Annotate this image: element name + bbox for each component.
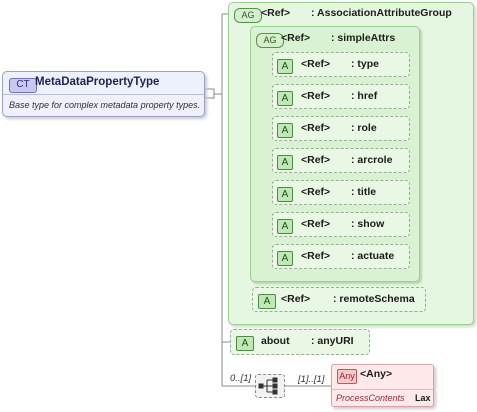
- sequence-min-cardinality: 0..[1]: [230, 373, 252, 384]
- attribute-name: : actuate: [351, 250, 395, 262]
- any-separator: [332, 389, 433, 390]
- attribute-badge: A: [277, 219, 293, 234]
- attribute-badge: A: [277, 251, 293, 266]
- attribute-remote-schema[interactable]: A <Ref> : remoteSchema: [252, 287, 426, 312]
- attribute-ref: <Ref>: [301, 186, 331, 198]
- attribute-badge: A: [258, 294, 276, 309]
- attribute-badge: A: [277, 123, 293, 138]
- attribute-actuate[interactable]: A <Ref> : actuate: [272, 244, 410, 269]
- attribute-name: : show: [351, 218, 385, 230]
- attribute-name: : arcrole: [351, 154, 393, 166]
- attribute-ref: <Ref>: [301, 250, 331, 262]
- attribute-group-name: : AssociationAttributeGroup: [311, 7, 452, 19]
- process-contents-label: ProcessContents: [336, 393, 405, 403]
- attribute-group-badge: AG: [256, 33, 284, 48]
- any-element[interactable]: Any <Any> ProcessContents Lax: [331, 364, 434, 407]
- attribute-ref: <Ref>: [301, 90, 331, 102]
- attribute-role[interactable]: A <Ref> : role: [272, 116, 410, 141]
- attribute-group-badge: AG: [234, 8, 262, 23]
- attribute-badge: A: [277, 187, 293, 202]
- attribute-ref: <Ref>: [281, 293, 311, 305]
- sequence-compositor[interactable]: [255, 374, 285, 398]
- attribute-name: : href: [351, 90, 378, 102]
- attribute-show[interactable]: A <Ref> : show: [272, 212, 410, 237]
- attribute-title[interactable]: A <Ref> : title: [272, 180, 410, 205]
- attribute-group-name: : simpleAttrs: [331, 32, 396, 44]
- attribute-name: : role: [351, 122, 377, 134]
- attribute-badge: A: [277, 59, 293, 74]
- any-cardinality: [1]..[1]: [298, 374, 325, 385]
- attribute-name: : title: [351, 186, 377, 198]
- attribute-name: : type: [351, 58, 380, 70]
- process-contents-value: Lax: [415, 393, 431, 403]
- attribute-badge: A: [236, 336, 254, 351]
- attribute-badge: A: [277, 155, 293, 170]
- any-badge: Any: [337, 369, 357, 384]
- attribute-badge: A: [277, 91, 293, 106]
- complex-type-badge: CT: [9, 78, 37, 93]
- complex-type-box[interactable]: CT MetaDataPropertyType Base type for co…: [2, 71, 205, 117]
- any-title: <Any>: [360, 368, 393, 380]
- attribute-ref: about: [261, 335, 290, 347]
- attribute-ref: <Ref>: [301, 218, 331, 230]
- complex-type-documentation: Base type for complex metadata property …: [9, 100, 201, 110]
- complex-type-name: MetaDataPropertyType: [35, 76, 160, 88]
- attribute-about[interactable]: A about : anyURI: [230, 329, 370, 355]
- attribute-ref: <Ref>: [301, 154, 331, 166]
- attribute-group-ref: <Ref>: [281, 32, 311, 44]
- attribute-name: : remoteSchema: [333, 293, 415, 305]
- attribute-href[interactable]: A <Ref> : href: [272, 84, 410, 109]
- attribute-group-ref: <Ref>: [261, 7, 291, 19]
- attribute-name: : anyURI: [311, 335, 354, 347]
- sequence-icon: [258, 377, 278, 395]
- attribute-ref: <Ref>: [301, 58, 331, 70]
- complex-type-header: CT MetaDataPropertyType: [3, 72, 204, 95]
- attribute-arcrole[interactable]: A <Ref> : arcrole: [272, 148, 410, 173]
- attribute-type[interactable]: A <Ref> : type: [272, 52, 410, 77]
- attribute-ref: <Ref>: [301, 122, 331, 134]
